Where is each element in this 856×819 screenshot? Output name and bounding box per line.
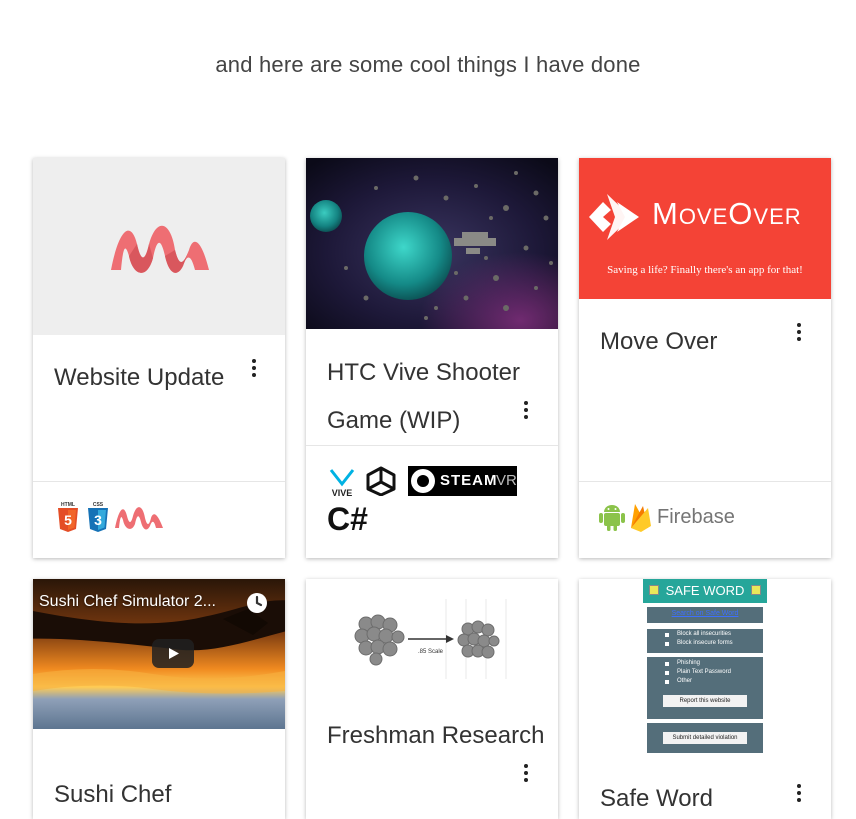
project-card-freshman-research[interactable]: .85 Scale Freshman Research <box>306 579 558 819</box>
more-options-icon[interactable] <box>789 320 809 344</box>
steam-label: STEAM <box>440 472 498 489</box>
checkbox[interactable] <box>665 671 669 675</box>
scale-label: .85 Scale <box>418 649 444 655</box>
svg-text:HTML: HTML <box>61 502 75 508</box>
card-media <box>33 158 285 335</box>
section-subtitle: and here are some cool things I have don… <box>215 52 641 77</box>
project-card-website-update[interactable]: Website Update HTML 5 CSS 3 <box>33 158 285 558</box>
option-label: Block all insecurities <box>677 631 732 637</box>
app-header-title: SAFE WORD <box>665 583 745 598</box>
moveover-tagline: Saving a life? Finally there's an app fo… <box>607 264 803 276</box>
android-icon <box>599 505 625 531</box>
card-title: Move Over <box>600 328 718 355</box>
more-options-icon[interactable] <box>516 398 536 422</box>
project-card-sushi-chef[interactable]: Sushi Chef Simulator 2... Sushi Chef <box>33 579 285 819</box>
block-options-panel: Block all insecurities Block insecure fo… <box>647 629 763 653</box>
play-icon <box>169 648 179 659</box>
firebase-label: Firebase <box>657 506 735 528</box>
card-title: Safe Word <box>600 785 713 812</box>
space-scene-image <box>306 158 558 329</box>
csharp-label: C# <box>327 501 368 537</box>
research-diagram-image: .85 Scale <box>354 599 507 679</box>
card-divider <box>579 481 831 482</box>
project-card-safe-word[interactable]: SAFE WORD Search on Safe Word Block all … <box>579 579 831 819</box>
materialize-icon <box>115 507 163 530</box>
report-panel: Phishing Plain Text Password Other Repor… <box>647 657 763 719</box>
search-link[interactable]: Search on Safe Word <box>647 610 763 617</box>
card-media <box>306 158 558 329</box>
header-badge-right-icon <box>751 585 761 595</box>
materialize-logo-icon <box>111 225 209 273</box>
search-panel: Search on Safe Word <box>647 607 763 623</box>
more-options-icon[interactable] <box>789 781 809 805</box>
project-card-move-over[interactable]: MoveOver Saving a life? Finally there's … <box>579 158 831 558</box>
vr-label: VR <box>496 472 517 489</box>
moveover-logo-text: MoveOver <box>652 196 802 231</box>
vive-icon: VIVE <box>329 469 355 498</box>
more-options-icon[interactable] <box>244 356 264 380</box>
app-header: SAFE WORD <box>643 579 767 603</box>
option-label: Plain Text Password <box>677 669 731 675</box>
moveover-logo-icon <box>589 194 639 240</box>
more-options-icon[interactable] <box>516 761 536 785</box>
steamvr-logo: STEAM VR <box>408 466 517 496</box>
svg-text:5: 5 <box>64 512 72 528</box>
card-title-line1: HTC Vive Shooter <box>327 359 520 386</box>
card-divider <box>33 481 285 482</box>
video-thumbnail[interactable]: Sushi Chef Simulator 2... <box>33 579 285 729</box>
report-button[interactable]: Report this website <box>663 695 747 707</box>
svg-text:CSS: CSS <box>93 502 104 508</box>
option-label: Block insecure forms <box>677 640 733 646</box>
option-label: Phishing <box>677 660 701 666</box>
checkbox[interactable] <box>665 680 669 684</box>
video-title[interactable]: Sushi Chef Simulator 2... <box>39 593 216 611</box>
project-card-vive-shooter[interactable]: HTC Vive Shooter Game (WIP) VIVE STEAM V… <box>306 158 558 558</box>
play-button[interactable] <box>152 639 194 668</box>
card-title: Sushi Chef <box>54 781 172 808</box>
card-title: Freshman Research <box>327 722 545 749</box>
svg-text:3: 3 <box>94 512 102 528</box>
card-title: Website Update <box>54 364 225 391</box>
checkbox[interactable] <box>665 662 669 666</box>
checkbox[interactable] <box>665 642 669 646</box>
submit-button[interactable]: Submit detailed violation <box>663 732 747 744</box>
css3-icon: CSS 3 <box>88 502 108 532</box>
svg-text:VIVE: VIVE <box>332 488 353 498</box>
firebase-icon <box>631 504 651 532</box>
app-screenshot: SAFE WORD Search on Safe Word Block all … <box>579 579 831 757</box>
card-media: .85 Scale <box>306 579 558 699</box>
checkbox[interactable] <box>665 633 669 637</box>
submit-panel: Submit detailed violation <box>647 723 763 753</box>
unity-icon <box>366 466 396 496</box>
card-media: MoveOver Saving a life? Finally there's … <box>579 158 831 299</box>
card-title-line2: Game (WIP) <box>327 407 461 434</box>
html5-icon: HTML 5 <box>58 502 78 532</box>
watch-later-icon[interactable] <box>245 591 269 615</box>
card-divider <box>306 445 558 446</box>
option-label: Other <box>677 678 693 684</box>
